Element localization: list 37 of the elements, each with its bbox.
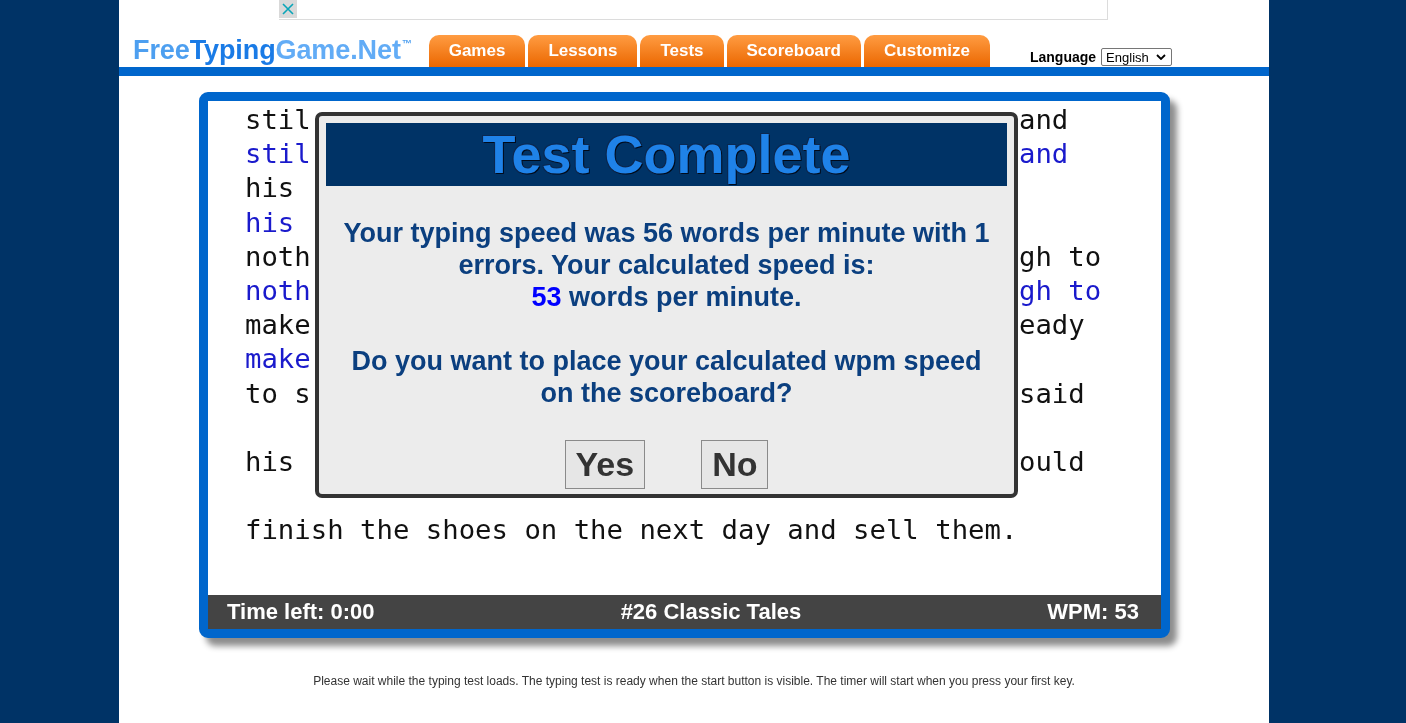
passage-text: his bbox=[245, 444, 295, 479]
passage-text: stil bbox=[245, 103, 311, 137]
nav-tab[interactable]: Scoreboard bbox=[726, 35, 861, 67]
no-button[interactable]: No bbox=[701, 440, 769, 489]
site-logo[interactable]: FreeTypingGame.Net$^{™}$ bbox=[133, 29, 412, 65]
passage-text: said bbox=[1019, 376, 1085, 411]
question-text: Do you want to place your calculated wpm speed on the scoreboard? bbox=[350, 345, 983, 409]
typed-text: and bbox=[1019, 137, 1069, 172]
nav-tab[interactable]: Customize bbox=[864, 35, 990, 67]
wpm-readout: WPM: 53 bbox=[1047, 599, 1139, 625]
nav-tab[interactable]: Lessons bbox=[528, 35, 638, 67]
typed-text: his bbox=[245, 205, 295, 240]
dialog-title: Test Complete bbox=[326, 123, 1007, 186]
close-icon[interactable] bbox=[279, 0, 297, 18]
nav-tab[interactable]: Games bbox=[428, 35, 526, 67]
typed-text: stil bbox=[245, 137, 311, 172]
passage-text: make bbox=[245, 308, 311, 343]
result-text: Your typing speed was 56 words per minute with 1 errors. Your calculated speed is: 53 words per minute. bbox=[342, 217, 991, 313]
loading-note: Please wait while the typing test loads. The typing test is ready when the start button is visible. The timer will start when you press your first key. bbox=[312, 674, 1076, 688]
language-select[interactable]: English bbox=[1101, 48, 1172, 66]
chevron-icon bbox=[1155, 54, 1166, 60]
passage-text: and bbox=[1019, 103, 1069, 137]
nav-tab[interactable]: Tests bbox=[640, 35, 724, 67]
language-label: Language bbox=[1030, 49, 1097, 65]
passage-text: finish the shoes on the next day and sell them. bbox=[245, 513, 1018, 548]
typed-text: make bbox=[245, 342, 311, 377]
time-left: Time left: 0:00 bbox=[227, 599, 375, 625]
test-name: #26 Classic Tales bbox=[620, 599, 802, 625]
typed-text: noth bbox=[245, 273, 311, 308]
passage-text: eady bbox=[1019, 308, 1085, 343]
passage-text: noth bbox=[245, 239, 311, 274]
yes-button[interactable]: Yes bbox=[564, 440, 646, 489]
passage-text: gh to bbox=[1019, 239, 1102, 274]
passage-text: ould bbox=[1019, 444, 1085, 479]
typed-text: gh to bbox=[1019, 273, 1102, 308]
passage-text: to s bbox=[245, 376, 311, 411]
passage-text: his bbox=[245, 171, 295, 206]
